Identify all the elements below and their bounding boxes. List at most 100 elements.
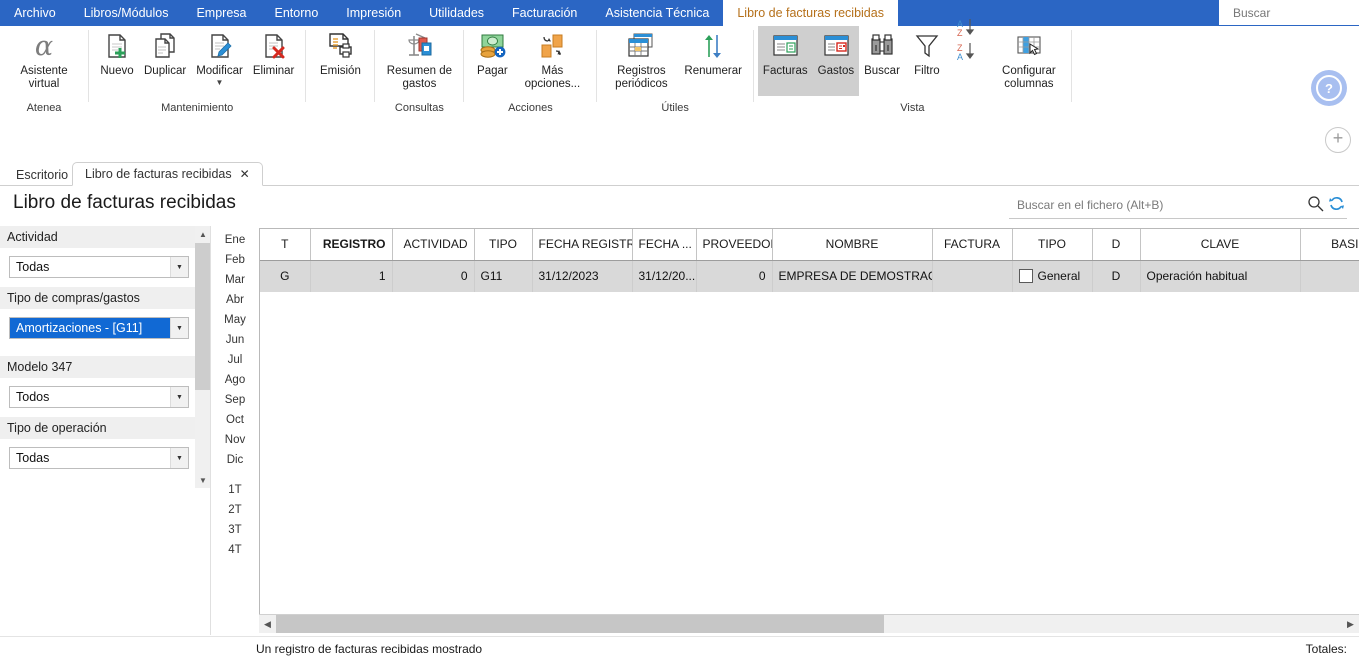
filter-select-actividad[interactable]: Todas ▼ [9,256,189,278]
chevron-down-icon[interactable]: ▼ [170,318,188,338]
checkbox-tipo[interactable] [1018,269,1033,283]
ribbon-label-facturas: Facturas [762,65,808,77]
menu-libros-modulos[interactable]: Libros/Módulos [70,0,183,26]
ribbon-button-configurar-columnas[interactable]: Configurar columnas [991,26,1067,91]
col-header-fecha-2[interactable]: FECHA ... [632,229,697,261]
period-sep[interactable]: Sep [225,390,245,410]
filter-select-tipo-operacion[interactable]: Todas ▼ [9,447,189,469]
period-abr[interactable]: Abr [226,290,244,310]
ribbon-button-duplicar[interactable]: Duplicar [139,26,191,78]
period-selector: Ene Feb Mar Abr May Jun Jul Ago Sep Oct … [212,226,258,635]
ribbon-button-buscar[interactable]: Buscar [859,26,905,78]
menu-utilidades[interactable]: Utilidades [415,0,498,26]
table-row[interactable]: G 1 0 G11 31/12/2023 31/12/20... 0 EMPRE… [260,260,1359,292]
cell-fecha-2: 31/12/20... [632,260,697,292]
global-search-box[interactable]: Buscar [1219,0,1359,26]
period-jun[interactable]: Jun [226,330,245,350]
scroll-left-icon[interactable]: ◀ [259,615,276,633]
period-ago[interactable]: Ago [225,370,245,390]
ribbon-label-mas-opciones: Más opciones... [524,65,581,90]
ribbon-button-modificar[interactable]: Modificar ▼ [191,26,248,87]
ribbon-button-filtro[interactable]: Filtro [905,26,949,78]
ribbon-button-mas-opciones[interactable]: Más opciones... [514,26,590,91]
scroll-up-icon[interactable]: ▲ [195,226,211,242]
col-header-registro[interactable]: REGISTRO [310,229,393,261]
grid-hscroll-track[interactable] [276,615,1342,633]
col-header-fecha-registro[interactable]: FECHA REGISTRO [532,229,633,261]
ribbon-group-title-vista: Vista [900,102,925,114]
period-dic[interactable]: Dic [227,450,244,470]
ribbon-button-facturas[interactable]: Facturas [757,26,813,96]
ribbon-button-asistente-virtual[interactable]: α Asistente virtual [6,26,82,91]
plus-icon[interactable]: + [1325,127,1351,153]
period-3t[interactable]: 3T [228,520,241,540]
ribbon-button-registros-periodicos[interactable]: Registros periódicos [603,26,679,91]
refresh-icon[interactable] [1325,195,1347,216]
col-header-actividad[interactable]: ACTIVIDAD [392,229,475,261]
col-header-tipo[interactable]: TIPO [474,229,533,261]
col-header-nombre[interactable]: NOMBRE [772,229,933,261]
chevron-down-icon[interactable]: ▼ [170,448,188,468]
help-button[interactable]: ? [1311,70,1347,106]
filter-select-modelo-347[interactable]: Todos ▼ [9,386,189,408]
grid-horizontal-scrollbar[interactable]: ◀ ▶ [259,614,1359,633]
menu-facturacion[interactable]: Facturación [498,0,591,26]
cell-proveedor: 0 [696,260,773,292]
period-nov[interactable]: Nov [225,430,245,450]
menu-entorno[interactable]: Entorno [260,0,332,26]
scroll-right-icon[interactable]: ▶ [1342,615,1359,633]
close-icon[interactable]: ✕ [240,167,250,181]
ribbon-label-duplicar: Duplicar [144,65,187,77]
col-header-tipo-2[interactable]: TIPO [1012,229,1093,261]
chevron-down-icon[interactable]: ▼ [216,79,224,87]
grid-hscroll-thumb[interactable] [276,615,884,633]
period-oct[interactable]: Oct [226,410,244,430]
menu-asistencia-tecnica[interactable]: Asistencia Técnica [591,0,723,26]
filter-sidebar: Actividad Todas ▼ Tipo de compras/gastos… [0,226,195,635]
tab-libro-facturas-recibidas[interactable]: Libro de facturas recibidas ✕ [72,162,263,186]
search-icon[interactable] [1305,195,1325,215]
svg-text:α: α [35,31,53,61]
ribbon-button-renumerar[interactable]: Renumerar [679,26,747,78]
menu-archivo[interactable]: Archivo [0,0,70,26]
ribbon-label-configurar-columnas: Configurar columnas [1002,65,1056,90]
menu-libro-facturas-recibidas[interactable]: Libro de facturas recibidas [723,0,898,26]
period-4t[interactable]: 4T [228,540,241,560]
period-ene[interactable]: Ene [225,230,245,250]
ribbon-button-resumen-de-gastos[interactable]: Resumen de gastos [381,26,457,91]
ribbon-button-sort[interactable]: A Z Z A [949,19,983,62]
period-feb[interactable]: Feb [225,250,245,270]
period-mar[interactable]: Mar [225,270,245,290]
col-header-d[interactable]: D [1092,229,1141,261]
sidebar-scrollbar[interactable]: ▲ ▼ [195,226,211,488]
sidebar-scrollbar-thumb[interactable] [195,243,211,390]
ribbon-button-pagar[interactable]: Pagar [470,26,514,78]
ribbon-button-nuevo[interactable]: Nuevo [95,26,139,78]
col-header-proveedor[interactable]: PROVEEDOR [696,229,773,261]
tab-escritorio[interactable]: Escritorio [4,163,80,186]
period-1t[interactable]: 1T [228,480,241,500]
menu-empresa[interactable]: Empresa [182,0,260,26]
ribbon-button-gastos[interactable]: Gastos [812,26,860,96]
col-header-base[interactable]: BASI [1300,229,1359,261]
filter-select-tipo-compras-gastos[interactable]: Amortizaciones - [G11] ▼ [9,317,189,339]
menu-impresion[interactable]: Impresión [332,0,415,26]
period-jul[interactable]: Jul [228,350,243,370]
file-search-box[interactable]: Buscar en el fichero (Alt+B) [1009,192,1347,219]
up-down-arrows-icon [698,29,728,63]
svg-text:A: A [957,52,963,62]
balance-scale-icon [403,29,435,63]
status-message: Un registro de facturas recibidas mostra… [256,642,483,656]
col-header-clave[interactable]: CLAVE [1140,229,1301,261]
col-header-factura[interactable]: FACTURA [932,229,1013,261]
period-2t[interactable]: 2T [228,500,241,520]
scroll-down-icon[interactable]: ▼ [195,472,211,488]
status-bar: Un registro de facturas recibidas mostra… [0,636,1359,662]
chevron-down-icon[interactable]: ▼ [170,387,188,407]
period-may[interactable]: May [224,310,246,330]
ribbon-button-eliminar[interactable]: Eliminar [248,26,300,78]
ribbon-group-title-atenea: Atenea [26,102,62,114]
col-header-t[interactable]: T [260,229,311,261]
chevron-down-icon[interactable]: ▼ [170,257,188,277]
ribbon-button-emision[interactable]: Emisión [312,26,368,78]
